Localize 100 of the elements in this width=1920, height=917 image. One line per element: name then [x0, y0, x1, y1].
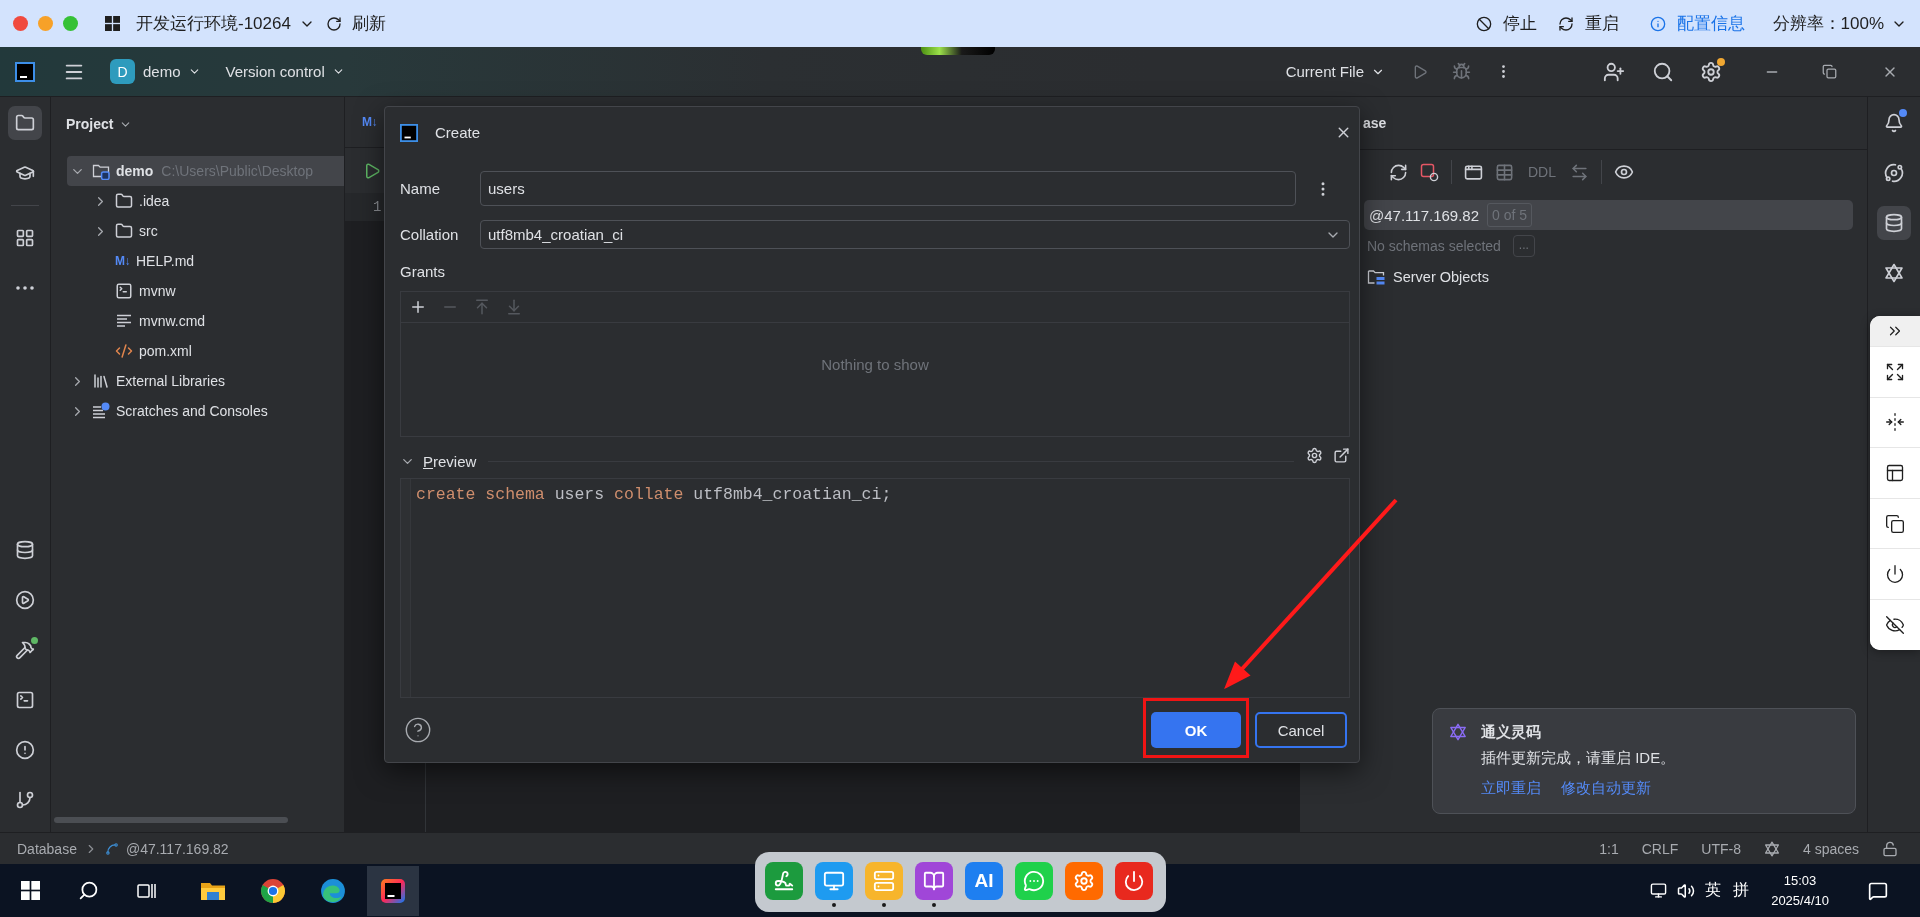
settings-icon[interactable]	[1700, 60, 1722, 83]
info-icon	[1649, 15, 1666, 32]
lock-icon[interactable]	[1882, 840, 1898, 857]
square-circle-icon[interactable]	[1420, 162, 1439, 182]
tree-item[interactable]: Scratches and Consoles	[67, 396, 344, 426]
status-item[interactable]: 4 spaces	[1802, 840, 1859, 857]
panel-title: ase	[1363, 115, 1387, 131]
project-switcher[interactable]: demo	[143, 63, 201, 80]
tree-item[interactable]: pom.xml	[67, 336, 344, 366]
tree-item[interactable]: mvnw.cmd	[67, 306, 344, 336]
alert-icon	[15, 740, 35, 760]
input-mode[interactable]: 拼	[1733, 880, 1750, 901]
name-field[interactable]: users	[480, 171, 1296, 206]
schemas-hint: No schemas selected	[1367, 238, 1501, 254]
search-icon[interactable]	[1652, 60, 1674, 83]
info-button[interactable]: 配置信息	[1649, 12, 1745, 35]
power-icon[interactable]	[1885, 564, 1905, 585]
refresh-icon[interactable]	[1389, 162, 1408, 182]
status-item[interactable]: 1:1	[1599, 840, 1619, 857]
graduation-cap-icon	[15, 163, 35, 183]
inward-arrows-icon[interactable]	[1885, 412, 1905, 433]
tree-item[interactable]: Server Objects	[1300, 262, 1867, 292]
bell-icon	[1884, 113, 1904, 133]
windows-start-icon[interactable]	[20, 881, 40, 900]
layout-icon[interactable]	[1885, 463, 1905, 483]
camera-indicator-icon	[921, 47, 995, 55]
notification-icon[interactable]	[1868, 880, 1888, 901]
file-type-glyph[interactable]: M↓	[362, 115, 377, 129]
search-icon[interactable]	[77, 880, 99, 901]
gear-app-icon[interactable]	[1065, 862, 1103, 900]
restore-icon[interactable]	[1822, 64, 1837, 79]
tree-item[interactable]: mvnw	[67, 276, 344, 306]
tree-item[interactable]: .idea	[67, 186, 344, 216]
module-folder-icon	[92, 162, 110, 180]
grid-icon	[15, 228, 35, 248]
cancel-button[interactable]: Cancel	[1255, 712, 1347, 748]
tree-item[interactable]: src	[67, 216, 344, 246]
hexagram-icon	[1449, 723, 1467, 741]
lines-icon	[115, 312, 133, 330]
refresh-button[interactable]: 刷新	[325, 12, 386, 35]
monitor-icon[interactable]	[1650, 882, 1668, 899]
help-icon[interactable]	[404, 716, 432, 744]
plus-icon[interactable]	[409, 298, 427, 316]
hammer-icon	[15, 640, 35, 660]
play-icon[interactable]	[363, 161, 381, 180]
traffic-light-icon[interactable]	[13, 16, 28, 31]
grants-label: Grants	[400, 263, 445, 281]
taskbar-app-button[interactable]	[367, 865, 419, 916]
play-circle-icon	[15, 590, 35, 610]
ai-app-button[interactable]: AI	[965, 862, 1003, 900]
monitor-app-icon[interactable]	[815, 862, 853, 900]
hexagram-icon[interactable]	[1763, 840, 1780, 857]
eye-icon[interactable]	[1614, 162, 1634, 182]
clock-date[interactable]: 2025/4/10	[1771, 890, 1829, 911]
code-line: create schema users collate utf8mb4_croatian_ci;	[416, 484, 892, 506]
restart-button[interactable]: 重启	[1557, 12, 1619, 35]
field-label: Collation	[400, 226, 460, 243]
breadcrumb-item[interactable]: @47.117.169.82	[104, 840, 229, 857]
status-item[interactable]: UTF-8	[1701, 840, 1741, 857]
refresh-icon	[325, 15, 342, 32]
expand-icon[interactable]	[1885, 361, 1905, 382]
breadcrumb-item[interactable]: Database	[17, 840, 77, 857]
clock-time[interactable]: 15:03	[1783, 870, 1817, 891]
database-tool-button[interactable]	[1877, 206, 1911, 240]
window-icon[interactable]	[1464, 162, 1483, 182]
stop-icon	[1475, 15, 1492, 32]
terminal-icon	[15, 690, 35, 710]
copy-icon[interactable]	[1885, 513, 1905, 534]
book-app-icon[interactable]	[915, 862, 953, 900]
power-app-icon[interactable]	[1115, 862, 1153, 900]
signature-app-icon[interactable]	[765, 862, 803, 900]
run-config-selector[interactable]: Current File	[1285, 63, 1385, 80]
orbit-icon	[1884, 163, 1904, 183]
input-language[interactable]: 英	[1705, 880, 1722, 901]
volume-icon[interactable]	[1677, 881, 1696, 900]
tree-item[interactable]: M↓ HELP.md	[67, 246, 344, 276]
add-user-icon[interactable]	[1603, 60, 1625, 83]
vcs-selector[interactable]: Version control	[225, 63, 345, 80]
horizontal-scrollbar[interactable]	[54, 817, 288, 823]
notification-message: 插件更新完成，请重启 IDE。	[1481, 749, 1676, 767]
project-tool-button[interactable]	[8, 106, 42, 140]
settings-icon[interactable]	[1306, 446, 1323, 464]
preview-toggle[interactable]: Preview	[400, 452, 477, 470]
ok-button[interactable]: OK	[1151, 712, 1241, 748]
session-selector[interactable]: 开发运行环境-10264	[136, 12, 315, 35]
panel-view-selector[interactable]: Project	[66, 116, 133, 132]
tree-item[interactable]: External Libraries	[67, 366, 344, 396]
eye-off-icon[interactable]	[1885, 614, 1905, 635]
empty-message: Nothing to show	[821, 356, 929, 374]
dialog-title: Create	[435, 124, 481, 141]
collation-select[interactable]: utf8mb4_croatian_ci	[480, 220, 1350, 249]
git-branch-icon	[15, 790, 35, 810]
library-icon	[92, 372, 110, 390]
more-icon	[16, 286, 34, 290]
curve-icon	[104, 841, 119, 856]
status-item[interactable]: CRLF	[1641, 840, 1679, 857]
stop-button[interactable]: 停止	[1475, 12, 1537, 35]
external-link-icon[interactable]	[1333, 446, 1350, 464]
resolution-selector[interactable]: 分辨率：100%	[1772, 12, 1907, 35]
database-icon	[15, 540, 35, 560]
